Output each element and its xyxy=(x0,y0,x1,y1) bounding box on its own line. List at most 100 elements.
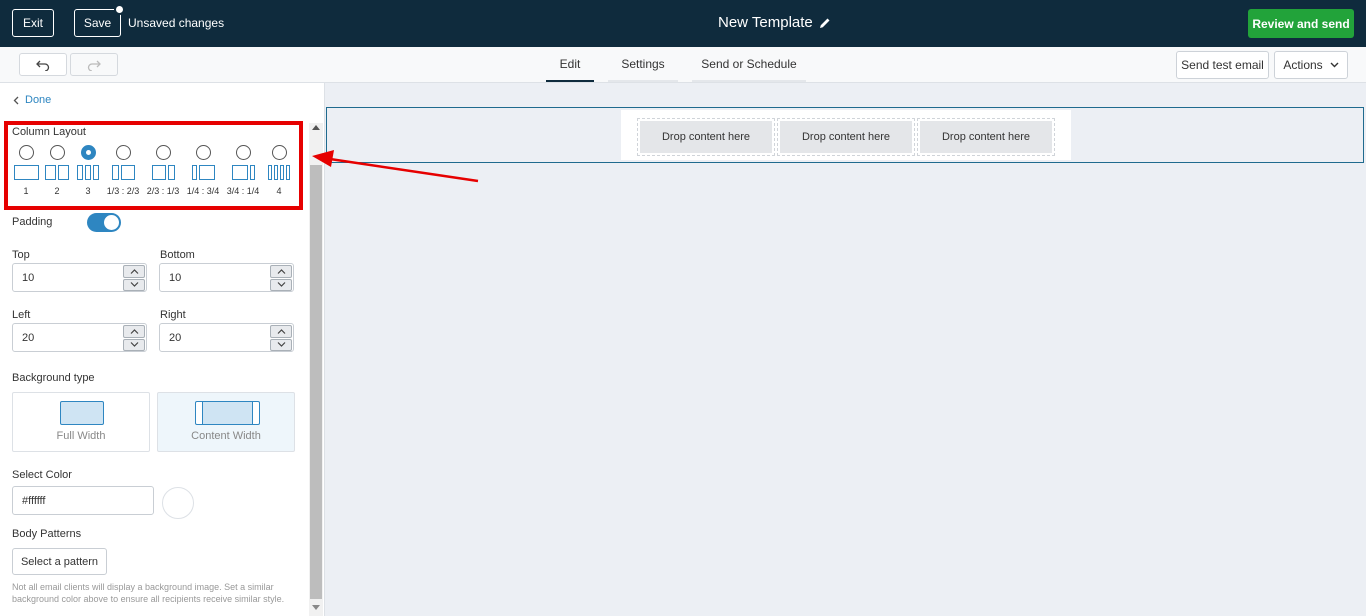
body-patterns-label: Body Patterns xyxy=(12,528,82,540)
editor-toolbar: Edit Settings Send or Schedule Send test… xyxy=(0,47,1366,83)
right-padding-stepper[interactable] xyxy=(270,325,292,351)
layout-caption: 1/4 : 3/4 xyxy=(186,186,220,196)
layout-option-4[interactable]: 4 xyxy=(264,145,294,196)
layout-radio[interactable] xyxy=(271,145,287,160)
chevron-up-icon xyxy=(277,328,285,334)
bottom-padding-field[interactable] xyxy=(159,263,294,292)
redo-button[interactable] xyxy=(70,53,118,76)
two-column-icon xyxy=(45,165,69,180)
left-padding-field[interactable] xyxy=(12,323,147,352)
send-test-email-button[interactable]: Send test email xyxy=(1176,51,1269,79)
unsaved-indicator-dot xyxy=(114,4,125,15)
increment-button[interactable] xyxy=(270,325,292,338)
full-width-caption: Full Width xyxy=(56,430,106,442)
decrement-button[interactable] xyxy=(123,278,145,291)
top-label: Top xyxy=(12,249,30,261)
left-padding-input[interactable] xyxy=(13,324,123,351)
increment-button[interactable] xyxy=(270,265,292,278)
right-padding-field[interactable] xyxy=(159,323,294,352)
bottom-padding-input[interactable] xyxy=(160,264,270,291)
top-padding-field[interactable] xyxy=(12,263,147,292)
template-title-area[interactable]: New Template xyxy=(718,14,831,31)
top-padding-stepper[interactable] xyxy=(123,265,145,291)
column-layout-label: Column Layout xyxy=(12,126,86,138)
content-width-icon xyxy=(195,401,260,425)
top-bar: Exit Save Unsaved changes New Template R… xyxy=(0,0,1366,47)
bottom-padding-stepper[interactable] xyxy=(270,265,292,291)
increment-button[interactable] xyxy=(123,265,145,278)
background-type-label: Background type xyxy=(12,372,95,384)
chevron-down-icon xyxy=(1330,62,1339,68)
select-pattern-button[interactable]: Select a pattern xyxy=(12,548,107,575)
increment-button[interactable] xyxy=(123,325,145,338)
review-and-send-button[interactable]: Review and send xyxy=(1248,9,1354,38)
color-swatch[interactable] xyxy=(162,487,194,519)
layout-radio[interactable] xyxy=(195,145,211,160)
select-color-label: Select Color xyxy=(12,469,72,481)
drop-zone[interactable]: Drop content here xyxy=(777,118,915,156)
undo-button[interactable] xyxy=(19,53,67,76)
exit-button[interactable]: Exit xyxy=(12,9,54,37)
chevron-down-icon xyxy=(130,342,138,348)
right-label: Right xyxy=(160,309,186,321)
decrement-button[interactable] xyxy=(270,338,292,351)
chevron-down-icon xyxy=(277,342,285,348)
pencil-icon[interactable] xyxy=(819,17,831,29)
layout-radio[interactable] xyxy=(235,145,251,160)
layout-caption: 1 xyxy=(23,186,29,196)
decrement-button[interactable] xyxy=(123,338,145,351)
full-width-option[interactable]: Full Width xyxy=(12,392,150,452)
drop-zone[interactable]: Drop content here xyxy=(917,118,1055,156)
layout-option-1-3-2-3[interactable]: 1/3 : 2/3 xyxy=(106,145,140,196)
layout-radio-selected[interactable] xyxy=(80,145,96,160)
pattern-note: Not all email clients will display a bac… xyxy=(12,582,285,604)
layout-option-3[interactable]: 3 xyxy=(73,145,103,196)
panel-scrollbar-thumb[interactable] xyxy=(310,165,322,599)
layout-option-3-4-1-4[interactable]: 3/4 : 1/4 xyxy=(226,145,260,196)
right-padding-input[interactable] xyxy=(160,324,270,351)
save-button[interactable]: Save xyxy=(74,9,121,37)
decrement-button[interactable] xyxy=(270,278,292,291)
layout-caption: 3 xyxy=(85,186,91,196)
layout-caption: 3/4 : 1/4 xyxy=(226,186,260,196)
full-width-icon xyxy=(60,401,104,425)
left-padding-stepper[interactable] xyxy=(123,325,145,351)
chevron-up-icon xyxy=(130,268,138,274)
four-column-icon xyxy=(268,165,290,180)
tab-settings[interactable]: Settings xyxy=(608,47,678,82)
tab-edit[interactable]: Edit xyxy=(546,47,594,82)
padding-toggle[interactable] xyxy=(87,213,121,232)
content-width-caption: Content Width xyxy=(191,430,261,442)
layout-radio[interactable] xyxy=(115,145,131,160)
content-width-option[interactable]: Content Width xyxy=(157,392,295,452)
layout-caption: 1/3 : 2/3 xyxy=(106,186,140,196)
chevron-up-icon xyxy=(277,268,285,274)
layout-radio[interactable] xyxy=(155,145,171,160)
undo-icon xyxy=(36,60,50,71)
one-column-icon xyxy=(13,165,39,180)
done-label: Done xyxy=(25,94,52,106)
actions-label: Actions xyxy=(1283,58,1323,72)
drop-zone-label: Drop content here xyxy=(780,121,912,153)
scroll-up-arrow-icon[interactable] xyxy=(312,125,320,130)
layout-option-2[interactable]: 2 xyxy=(42,145,72,196)
layout-radio[interactable] xyxy=(49,145,65,160)
layout-option-2-3-1-3[interactable]: 2/3 : 1/3 xyxy=(146,145,180,196)
layout-option-1[interactable]: 1 xyxy=(11,145,41,196)
left-label: Left xyxy=(12,309,31,321)
scroll-down-arrow-icon[interactable] xyxy=(312,605,320,610)
drop-zone[interactable]: Drop content here xyxy=(637,118,775,156)
actions-dropdown-button[interactable]: Actions xyxy=(1274,51,1348,79)
color-hex-input[interactable] xyxy=(12,486,154,515)
layout-caption: 2/3 : 1/3 xyxy=(146,186,180,196)
layout-option-1-4-3-4[interactable]: 1/4 : 3/4 xyxy=(186,145,220,196)
layout-radio[interactable] xyxy=(18,145,34,160)
tab-send-or-schedule[interactable]: Send or Schedule xyxy=(692,47,806,82)
redo-icon xyxy=(87,60,101,71)
unsaved-status: Unsaved changes xyxy=(128,16,225,30)
done-link[interactable]: Done xyxy=(13,94,51,106)
three-column-icon xyxy=(77,165,99,180)
two-thirds-one-third-icon xyxy=(151,165,175,180)
top-padding-input[interactable] xyxy=(13,264,123,291)
chevron-up-icon xyxy=(130,328,138,334)
